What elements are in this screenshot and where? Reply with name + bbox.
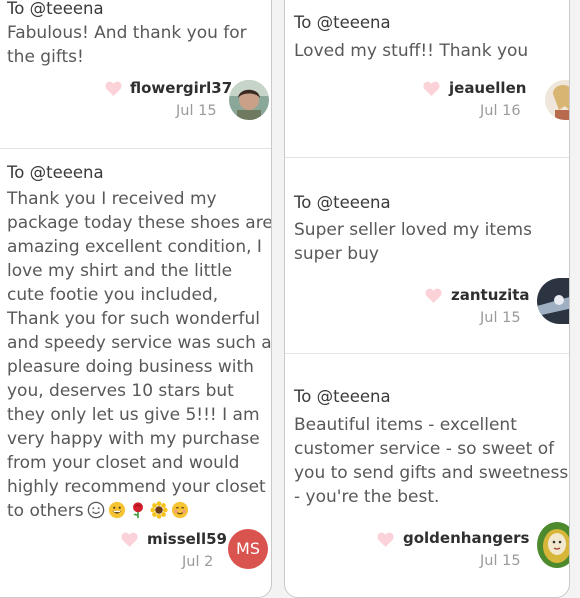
heart-icon[interactable]	[425, 288, 442, 303]
review-username[interactable]: missell59	[147, 530, 227, 548]
review-message: Fabulous! And thank you for the gifts!	[7, 23, 247, 67]
review-message: Thank you I received my package today th…	[7, 187, 272, 523]
heart-icon[interactable]	[121, 532, 138, 547]
review-message: Loved my stuff!! Thank you	[294, 41, 529, 61]
review-date: Jul 2	[182, 554, 214, 570]
heart-icon[interactable]	[105, 81, 122, 96]
review-date: Jul 15	[480, 553, 521, 569]
review-recipient: To @teeena	[7, 163, 104, 182]
review-date: Jul 15	[176, 103, 217, 119]
review-date: Jul 15	[480, 310, 521, 326]
heart-icon[interactable]	[377, 532, 394, 547]
sunflower-emoji-icon	[149, 501, 168, 519]
heart-icon[interactable]	[423, 81, 440, 96]
smile-emoji-icon	[87, 501, 105, 519]
review-card: To @teeena Thank you I received my packa…	[0, 149, 271, 597]
review-recipient: To @teeena	[294, 193, 391, 212]
user-avatar[interactable]	[537, 522, 569, 568]
blush-emoji-icon	[171, 501, 189, 519]
review-card: To @teeena Super seller loved my items s…	[285, 158, 569, 353]
grin-emoji-icon	[108, 501, 126, 519]
user-avatar[interactable]	[229, 80, 269, 120]
review-username[interactable]: goldenhangers	[403, 529, 530, 547]
review-message: Beautiful items - excellent customer ser…	[294, 415, 569, 507]
review-recipient: To @teeena	[294, 387, 391, 406]
review-username[interactable]: jeauellen	[449, 79, 526, 97]
review-card: To @teeena Fabulous! And thank you for t…	[0, 0, 271, 148]
right-feed-column: To @teeena Loved my stuff!! Thank you je…	[284, 0, 570, 598]
review-message: Super seller loved my items super buy	[294, 220, 532, 264]
review-recipient: To @teeena	[294, 13, 391, 32]
review-date: Jul 16	[480, 103, 521, 119]
rose-emoji-icon	[129, 501, 147, 519]
user-avatar[interactable]	[545, 80, 569, 120]
user-avatar[interactable]	[537, 278, 569, 324]
review-message-text: Thank you I received my package today th…	[7, 189, 272, 521]
left-feed-column: To @teeena Fabulous! And thank you for t…	[0, 0, 272, 598]
review-card: To @teeena Loved my stuff!! Thank you je…	[285, 0, 569, 157]
review-username[interactable]: flowergirl37	[130, 79, 232, 97]
user-avatar[interactable]: MS	[228, 529, 268, 569]
review-recipient: To @teeena	[7, 0, 104, 18]
review-username[interactable]: zantuzita	[451, 286, 530, 304]
review-card: To @teeena Beautiful items - excellent c…	[285, 354, 569, 597]
